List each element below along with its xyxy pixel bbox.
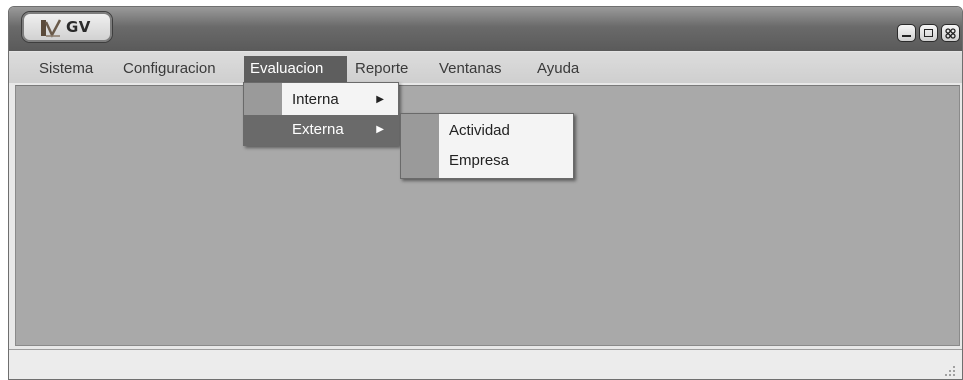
- close-icon: [945, 27, 956, 39]
- menu-item-empresa[interactable]: Empresa: [401, 146, 573, 176]
- chevron-right-icon: ▶: [376, 94, 384, 105]
- close-button[interactable]: [941, 24, 960, 42]
- menu-item-label: Empresa: [449, 152, 510, 169]
- minimize-icon: [902, 34, 911, 37]
- evaluacion-dropdown: Interna ▶ Externa ▶: [243, 82, 399, 146]
- app-window: GV Sistema Configuracion Evaluacion Repo: [8, 6, 963, 380]
- menu-item-label: Actividad: [449, 122, 510, 139]
- status-bar: [9, 349, 962, 379]
- minimize-button[interactable]: [897, 24, 916, 42]
- maximize-button[interactable]: [919, 24, 938, 42]
- maximize-icon: [924, 29, 933, 37]
- app-title: GV: [66, 18, 91, 36]
- menu-bar: Sistema Configuracion Evaluacion Reporte…: [9, 51, 962, 83]
- resize-grip-icon[interactable]: [944, 365, 956, 377]
- menu-sistema[interactable]: Sistema: [33, 56, 99, 82]
- menu-item-externa[interactable]: Externa ▶: [244, 115, 398, 145]
- menu-reporte[interactable]: Reporte: [349, 56, 414, 82]
- menu-item-interna[interactable]: Interna ▶: [244, 85, 398, 115]
- externa-submenu: Actividad Empresa: [400, 113, 574, 179]
- window-controls: [897, 24, 960, 42]
- app-title-tab[interactable]: GV: [21, 11, 113, 43]
- menu-ventanas[interactable]: Ventanas: [433, 56, 508, 82]
- menu-item-label: Externa: [292, 121, 344, 138]
- menu-item-actividad[interactable]: Actividad: [401, 116, 573, 146]
- menu-ayuda[interactable]: Ayuda: [531, 56, 585, 82]
- menu-item-label: Interna: [292, 91, 339, 108]
- menu-evaluacion[interactable]: Evaluacion: [244, 56, 347, 82]
- chevron-right-icon: ▶: [376, 124, 384, 135]
- gv-logo-icon: [41, 19, 62, 38]
- title-bar[interactable]: GV: [9, 7, 962, 51]
- menu-configuracion[interactable]: Configuracion: [117, 56, 222, 82]
